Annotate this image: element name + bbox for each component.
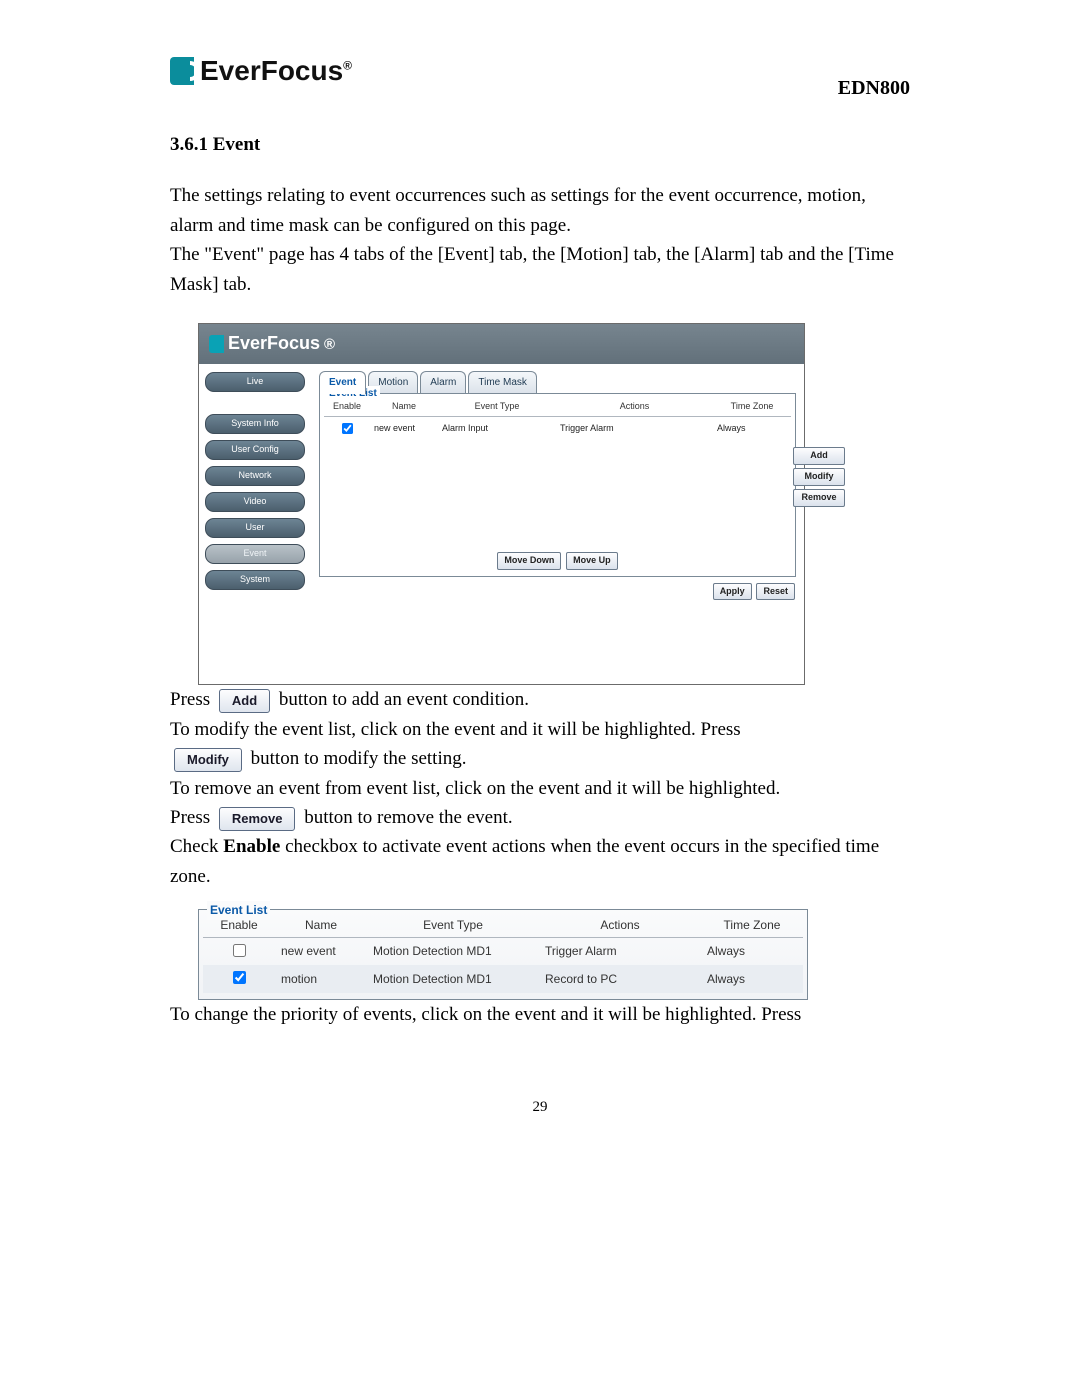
brand-text: EverFocus® (200, 55, 352, 87)
tab-time-mask[interactable]: Time Mask (468, 371, 537, 394)
col2-time-zone: Time Zone (701, 914, 803, 937)
event-row[interactable]: new event Motion Detection MD1 Trigger A… (203, 937, 803, 965)
modify-instruction-1: To modify the event list, click on the e… (170, 715, 910, 744)
priority-instruction: To change the priority of events, click … (170, 1000, 910, 1029)
add-instruction: Press Add button to add an event conditi… (170, 685, 910, 714)
enable-checkbox[interactable] (233, 944, 246, 957)
add-button[interactable]: Add (793, 447, 845, 465)
brand-logo: EverFocus® (170, 55, 910, 87)
col-name: Name (370, 398, 438, 416)
sidebar-item-system[interactable]: System (205, 570, 305, 590)
modify-instruction-2: Modify button to modify the setting. (170, 744, 910, 773)
event-list2-legend: Event List (207, 901, 270, 920)
tab-alarm[interactable]: Alarm (420, 371, 466, 394)
tab-event[interactable]: Event (319, 371, 366, 394)
remove-instruction-2: Press Remove button to remove the event. (170, 803, 910, 832)
event-list-fieldset: Event List Enable Name Event Type Action… (319, 393, 796, 577)
main-panel: Event Motion Alarm Time Mask Event List … (311, 364, 804, 684)
cell-name: new event (370, 416, 438, 441)
event-list2-table: Enable Name Event Type Actions Time Zone… (203, 914, 803, 993)
cell-event-type: Motion Detection MD1 (367, 937, 539, 965)
model-label: EDN800 (838, 77, 910, 100)
event-list-example: Event List Enable Name Event Type Action… (198, 909, 808, 1000)
apply-button[interactable]: Apply (713, 583, 752, 601)
intro-paragraph-1: The settings relating to event occurrenc… (170, 181, 910, 240)
inline-remove-button: Remove (219, 807, 296, 831)
col2-name: Name (275, 914, 367, 937)
sidebar-item-event[interactable]: Event (205, 544, 305, 564)
cell-name: motion (275, 965, 367, 993)
cell-event-type: Alarm Input (438, 416, 556, 441)
sidebar-item-user-config[interactable]: User Config (205, 440, 305, 460)
app-logo-icon (209, 335, 224, 353)
col-actions: Actions (556, 398, 713, 416)
tab-bar: Event Motion Alarm Time Mask (319, 370, 796, 393)
cell-actions: Record to PC (539, 965, 701, 993)
cell-event-type: Motion Detection MD1 (367, 965, 539, 993)
logo-icon (170, 57, 194, 85)
cell-time-zone: Always (701, 965, 803, 993)
col2-actions: Actions (539, 914, 701, 937)
section-heading: 3.6.1 Event (170, 130, 910, 159)
modify-button[interactable]: Modify (793, 468, 845, 486)
app-brand-text: EverFocus (228, 330, 320, 358)
inline-modify-button: Modify (174, 748, 242, 772)
col-time-zone: Time Zone (713, 398, 791, 416)
enable-checkbox[interactable] (233, 971, 246, 984)
event-row[interactable]: motion Motion Detection MD1 Record to PC… (203, 965, 803, 993)
sidebar-item-system-info[interactable]: System Info (205, 414, 305, 434)
page-header: EverFocus® EDN800 (170, 55, 910, 100)
move-down-button[interactable]: Move Down (497, 552, 561, 570)
apply-reset-row: Apply Reset (319, 583, 796, 601)
event-list-table: Enable Name Event Type Actions Time Zone (324, 398, 791, 442)
cell-actions: Trigger Alarm (539, 937, 701, 965)
remove-instruction-1: To remove an event from event list, clic… (170, 774, 910, 803)
col-event-type: Event Type (438, 398, 556, 416)
event-page-screenshot: EverFocus® Live System Info User Config … (198, 323, 805, 685)
sidebar-item-live[interactable]: Live (205, 372, 305, 392)
sidebar: Live System Info User Config Network Vid… (199, 364, 311, 684)
col2-event-type: Event Type (367, 914, 539, 937)
cell-time-zone: Always (701, 937, 803, 965)
enable-instruction: Check Enable checkbox to activate event … (170, 832, 910, 891)
sidebar-item-user[interactable]: User (205, 518, 305, 538)
intro-paragraph-2: The "Event" page has 4 tabs of the [Even… (170, 240, 910, 299)
reset-button[interactable]: Reset (756, 583, 795, 601)
inline-add-button: Add (219, 689, 270, 713)
cell-actions: Trigger Alarm (556, 416, 713, 441)
reorder-buttons: Move Down Move Up (324, 552, 791, 574)
sidebar-item-network[interactable]: Network (205, 466, 305, 486)
app-title-bar: EverFocus® (199, 324, 804, 364)
event-list-action-buttons: Add Modify Remove (792, 447, 846, 507)
enable-checkbox[interactable] (342, 423, 353, 434)
move-up-button[interactable]: Move Up (566, 552, 618, 570)
app-brand-logo: EverFocus® (209, 330, 335, 358)
sidebar-item-video[interactable]: Video (205, 492, 305, 512)
event-row[interactable]: new event Alarm Input Trigger Alarm Alwa… (324, 416, 791, 441)
remove-button[interactable]: Remove (793, 489, 845, 507)
page-number: 29 (0, 1099, 1080, 1116)
cell-time-zone: Always (713, 416, 791, 441)
cell-name: new event (275, 937, 367, 965)
